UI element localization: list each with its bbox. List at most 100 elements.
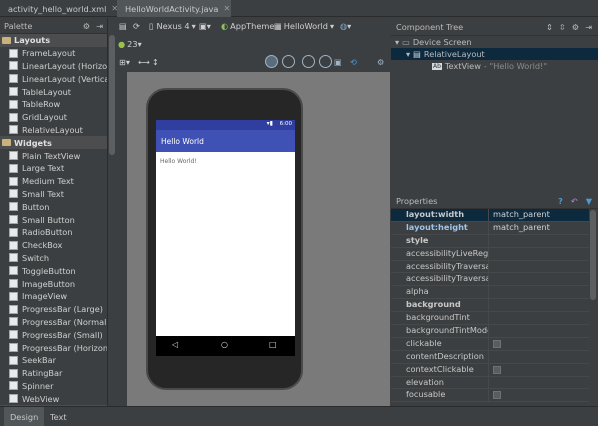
palette-item[interactable]: Small Button	[0, 213, 107, 226]
property-value[interactable]: match_parent	[488, 221, 589, 234]
property-row[interactable]: layout:height match_parent	[391, 221, 589, 235]
tab-text[interactable]: Text	[44, 407, 73, 426]
layers-icon[interactable]: ▤	[119, 18, 127, 34]
palette-item[interactable]: Switch	[0, 252, 107, 265]
collapse-all-icon[interactable]: ⇳	[559, 22, 566, 32]
device-screen[interactable]: Hello World!	[156, 120, 295, 356]
palette-item[interactable]: Spinner	[0, 380, 107, 393]
property-row[interactable]: style	[391, 234, 589, 248]
palette-item[interactable]: CheckBox	[0, 239, 107, 252]
palette-item[interactable]: SeekBar	[0, 354, 107, 367]
palette-item[interactable]: RadioButton	[0, 226, 107, 239]
property-row[interactable]: backgroundTintMode	[391, 325, 589, 338]
palette-item[interactable]: ProgressBar (Small)	[0, 328, 107, 341]
property-row[interactable]: accessibilityTraversalBefore	[391, 273, 589, 287]
hide-panel-icon[interactable]: ⇥	[585, 22, 592, 32]
tab-design[interactable]: Design	[4, 407, 45, 426]
palette-item[interactable]: GridLayout	[0, 111, 107, 124]
gear-icon[interactable]: ⚙	[83, 21, 90, 31]
zoom-actual-icon[interactable]	[265, 55, 278, 68]
rotate-selector[interactable]: ▣▾	[199, 18, 211, 34]
zoom-out-icon[interactable]	[319, 55, 332, 68]
property-value[interactable]	[488, 273, 589, 286]
locale-selector[interactable]: ◍ ▾	[340, 18, 351, 34]
property-value[interactable]: match_parent	[488, 209, 589, 221]
property-row[interactable]: accessibilityTraversalAfter	[391, 260, 589, 274]
property-row[interactable]: clickable	[391, 337, 589, 351]
property-value[interactable]	[488, 299, 589, 312]
palette-item[interactable]: Small Text	[0, 188, 107, 201]
palette-item[interactable]: Plain TextView	[0, 149, 107, 162]
filter-icon[interactable]: ▼	[586, 196, 592, 206]
property-value[interactable]	[488, 363, 589, 376]
property-value[interactable]	[488, 247, 589, 260]
tree-node-textview[interactable]: Ab TextView - "Hello World!"	[432, 60, 547, 72]
palette-category[interactable]: Layouts	[0, 34, 107, 47]
property-value[interactable]	[488, 376, 589, 389]
property-row[interactable]: accessibilityLiveRegion	[391, 247, 589, 261]
property-checkbox[interactable]	[493, 339, 501, 348]
properties-scrollbar[interactable]	[590, 210, 596, 300]
palette-item[interactable]: WebView	[0, 392, 107, 405]
tab-activity-java[interactable]: HelloWorldActivity.java ✕	[117, 0, 231, 17]
property-value[interactable]	[488, 389, 589, 402]
property-value[interactable]	[488, 350, 589, 363]
palette-item[interactable]: LinearLayout (Horizontal)	[0, 60, 107, 73]
palette-item[interactable]: LinearLayout (Vertical)	[0, 72, 107, 85]
property-value[interactable]	[488, 337, 589, 350]
property-row[interactable]: backgroundTint	[391, 312, 589, 326]
palette-item[interactable]: Medium Text	[0, 175, 107, 188]
expand-all-icon[interactable]: ⇕	[546, 22, 553, 32]
property-row[interactable]: contextClickable	[391, 363, 589, 377]
property-row[interactable]: background	[391, 299, 589, 313]
zoom-fit-icon[interactable]	[282, 55, 295, 68]
palette-item[interactable]: ToggleButton	[0, 264, 107, 277]
palette-category[interactable]: Widgets	[0, 136, 107, 150]
property-row[interactable]: alpha	[391, 286, 589, 300]
property-value[interactable]	[488, 286, 589, 299]
activity-selector[interactable]: ▦ HelloWorld ▾	[274, 18, 334, 34]
hello-textview[interactable]: Hello World!	[160, 158, 197, 165]
property-value[interactable]	[488, 312, 589, 325]
theme-selector[interactable]: ◐ AppTheme	[221, 18, 274, 34]
property-value[interactable]	[488, 260, 589, 273]
palette-item[interactable]: ImageButton	[0, 277, 107, 290]
device-selector[interactable]: ▯ Nexus 4 ▾	[149, 18, 196, 34]
hide-panel-icon[interactable]: ⇥	[96, 21, 103, 31]
tree-node-device-screen[interactable]: ▾ ▭ Device Screen	[395, 36, 472, 48]
orientation-icon[interactable]: ⟳	[133, 18, 140, 34]
property-checkbox[interactable]	[493, 391, 501, 400]
palette-item[interactable]: TableRow	[0, 98, 107, 111]
palette-item[interactable]: Button	[0, 200, 107, 213]
screenshot-icon[interactable]: ▣	[334, 54, 342, 70]
gear-icon[interactable]: ⚙	[572, 22, 579, 32]
property-value[interactable]	[488, 325, 589, 337]
palette-item[interactable]: ProgressBar (Large)	[0, 303, 107, 316]
property-row[interactable]: elevation	[391, 376, 589, 390]
palette-item[interactable]: ImageView	[0, 290, 107, 303]
property-value[interactable]	[488, 234, 589, 247]
zoom-in-icon[interactable]	[302, 55, 315, 68]
view-options-icon[interactable]: ⊞▾	[119, 54, 130, 70]
palette-item[interactable]: TableLayout	[0, 85, 107, 98]
palette-item[interactable]: FrameLayout	[0, 47, 107, 60]
property-row[interactable]: focusable	[391, 389, 589, 403]
fit-height-icon[interactable]: ↕	[152, 54, 159, 70]
palette-scrollbar[interactable]	[109, 35, 115, 155]
property-row[interactable]: layout:width match_parent	[391, 209, 589, 222]
close-icon[interactable]: ✕	[223, 4, 230, 13]
palette-item[interactable]: RatingBar	[0, 367, 107, 380]
api-level-selector[interactable]: ● 23 ▾	[118, 36, 142, 52]
property-checkbox[interactable]	[493, 365, 501, 374]
help-icon[interactable]: ?	[558, 196, 563, 206]
palette-item[interactable]: RelativeLayout	[0, 124, 107, 137]
tab-activity-xml[interactable]: activity_hello_world.xml ✕	[0, 0, 118, 17]
property-row[interactable]: contentDescription	[391, 350, 589, 364]
fit-width-icon[interactable]: ⟷	[138, 54, 150, 70]
tree-node-relativelayout[interactable]: ▾ ▤ RelativeLayout	[406, 48, 485, 60]
palette-item[interactable]: Large Text	[0, 162, 107, 175]
undo-icon[interactable]: ↶	[571, 196, 578, 206]
palette-item[interactable]: ProgressBar (Normal)	[0, 316, 107, 329]
refresh-icon[interactable]: ⟲	[350, 54, 357, 70]
settings-icon[interactable]: ⚙	[377, 54, 384, 70]
